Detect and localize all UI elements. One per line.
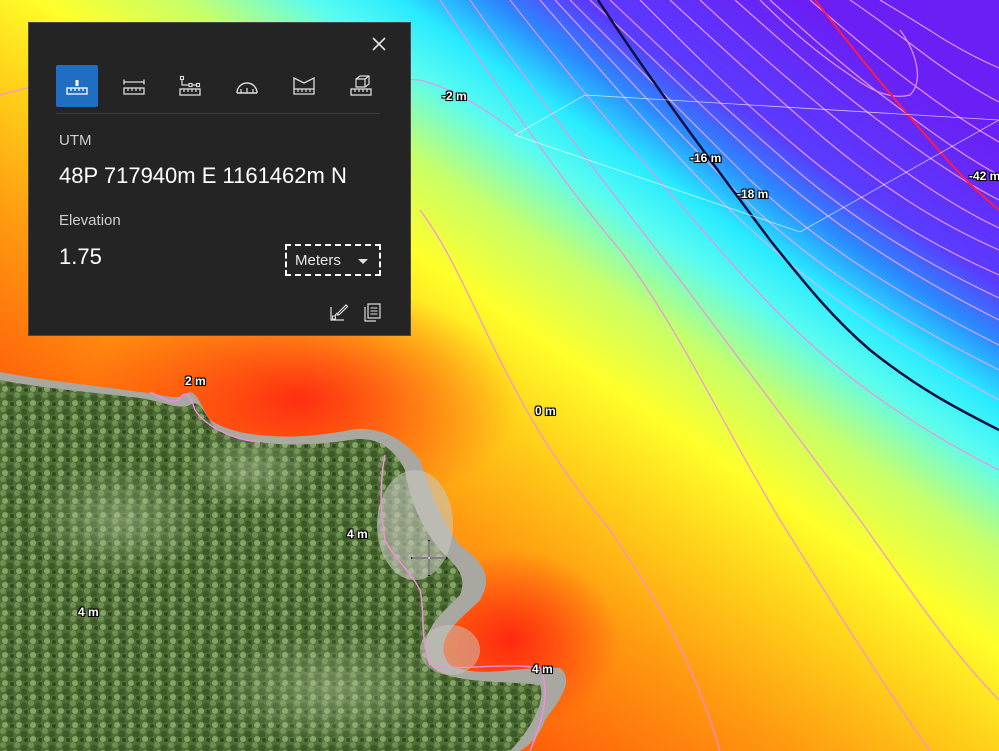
location-measure-icon — [66, 80, 88, 95]
measurement-panel: UTM 48P 717940m E 1161462m N Elevation 1… — [28, 22, 411, 336]
copy-icon — [364, 303, 381, 322]
coordinate-label: UTM — [59, 132, 92, 149]
distance-measure-icon — [123, 79, 145, 95]
map-crosshair-cursor — [410, 539, 448, 577]
tool-angle-button[interactable] — [226, 65, 268, 107]
close-icon — [372, 37, 386, 51]
measurement-toolbar — [56, 65, 382, 107]
close-button[interactable] — [368, 33, 390, 55]
tool-area-button[interactable] — [283, 65, 325, 107]
volume-measure-icon — [350, 75, 372, 96]
chevron-down-icon — [358, 259, 368, 264]
multipoint-measure-icon — [179, 75, 201, 96]
angle-measure-icon — [236, 82, 258, 94]
panel-divider — [56, 113, 380, 114]
units-dropdown[interactable]: Meters — [285, 244, 381, 276]
coordinate-value: 48P 717940m E 1161462m N — [59, 163, 347, 188]
elevation-value: 1.75 — [59, 244, 102, 269]
copy-button[interactable] — [361, 301, 383, 323]
area-measure-icon — [293, 76, 315, 95]
tool-multipoint-button[interactable] — [169, 65, 211, 107]
units-selected-value: Meters — [295, 251, 341, 269]
elevation-label: Elevation — [59, 212, 121, 229]
tool-location-button[interactable] — [56, 65, 98, 107]
edit-point-icon — [330, 304, 349, 321]
edit-point-button[interactable] — [328, 301, 350, 323]
tool-volume-button[interactable] — [340, 65, 382, 107]
tool-distance-button[interactable] — [113, 65, 155, 107]
